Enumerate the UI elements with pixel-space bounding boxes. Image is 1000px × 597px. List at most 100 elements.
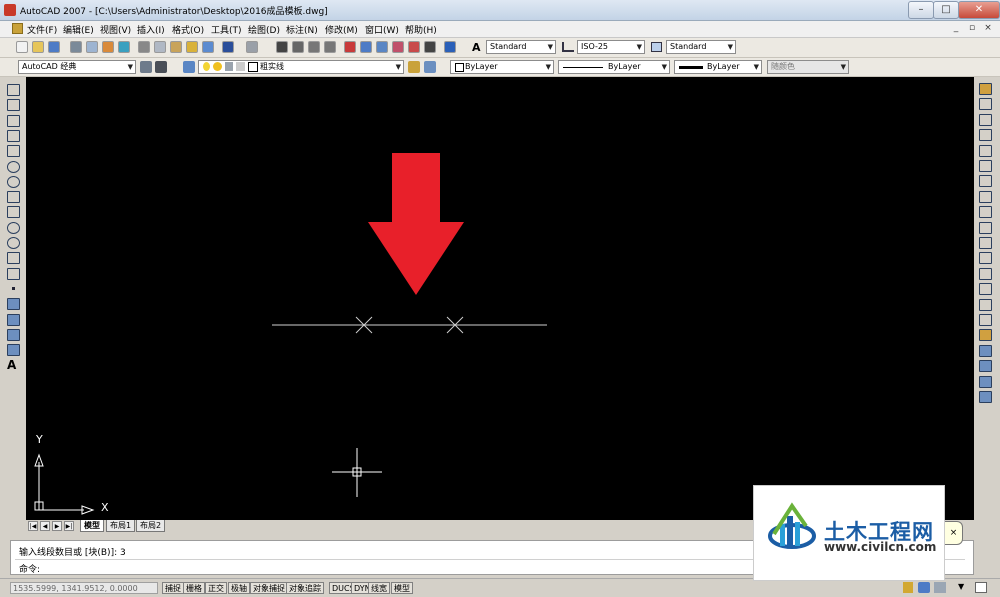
rectangle-icon[interactable] — [7, 145, 20, 158]
layer-manager-icon[interactable] — [183, 61, 195, 73]
scale-icon[interactable] — [979, 190, 992, 203]
menu-tools[interactable]: 工具(T) — [211, 23, 242, 36]
construction-line-icon[interactable] — [7, 99, 20, 112]
zoom-window-icon[interactable] — [308, 41, 320, 53]
first-tab-button[interactable]: |◀ — [28, 521, 38, 531]
revision-cloud-icon[interactable] — [7, 191, 20, 204]
table-style-select[interactable]: Standard ▼ — [666, 40, 736, 54]
status-toggle-5[interactable]: 对象捕捉 — [250, 582, 288, 594]
open-icon[interactable] — [32, 41, 44, 53]
prev-tab-button[interactable]: ◀ — [40, 521, 50, 531]
gradient-icon[interactable] — [7, 313, 20, 326]
match-properties-icon[interactable] — [186, 41, 198, 53]
markup-icon[interactable] — [408, 41, 420, 53]
cut-icon[interactable] — [138, 41, 150, 53]
design-center-icon[interactable] — [360, 41, 372, 53]
copy-icon[interactable] — [154, 41, 166, 53]
layer-select[interactable]: 粗实线 ▼ — [198, 60, 404, 74]
tool-palettes-icon[interactable] — [376, 41, 388, 53]
rotate-icon[interactable] — [979, 175, 992, 188]
menu-draw[interactable]: 绘图(D) — [248, 23, 280, 36]
array-icon[interactable] — [979, 144, 992, 157]
chamfer-icon[interactable] — [979, 298, 992, 311]
fillet-icon[interactable] — [979, 314, 992, 326]
workspace-settings-icon[interactable] — [140, 61, 152, 73]
menu-insert[interactable]: 插入(I) — [137, 23, 165, 36]
menu-window[interactable]: 窗口(W) — [365, 23, 399, 36]
draw-order-above-icon[interactable] — [979, 375, 992, 388]
command-prompt[interactable]: 命令: — [19, 562, 40, 575]
status-toggle-4[interactable]: 极轴 — [228, 582, 250, 594]
maximize-button[interactable]: □ — [933, 1, 959, 19]
clean-screen-button[interactable] — [975, 582, 987, 593]
menu-edit[interactable]: 编辑(E) — [63, 23, 94, 36]
menu-view[interactable]: 视图(V) — [100, 23, 131, 36]
pan-icon[interactable] — [276, 41, 288, 53]
polygon-icon[interactable] — [7, 129, 20, 142]
status-toggle-1[interactable]: 捕捉 — [162, 582, 184, 594]
arc-icon[interactable] — [7, 160, 20, 173]
make-block-icon[interactable] — [7, 267, 20, 280]
stretch-icon[interactable] — [979, 206, 992, 219]
draw-order-front-icon[interactable] — [979, 344, 992, 357]
join-icon[interactable] — [979, 283, 992, 296]
help-icon[interactable] — [444, 41, 456, 53]
status-toggle-9[interactable]: 线宽 — [368, 582, 390, 594]
status-toggle-10[interactable]: 模型 — [391, 582, 413, 594]
point-icon[interactable] — [12, 286, 15, 290]
save-icon[interactable] — [48, 41, 60, 53]
zoom-realtime-icon[interactable] — [292, 41, 304, 53]
app-icon[interactable] — [4, 4, 16, 16]
paste-icon[interactable] — [170, 41, 182, 53]
status-toggle-3[interactable]: 正交 — [205, 582, 227, 594]
mdi-minimize-button[interactable]: _ — [950, 23, 962, 34]
sheet-set-icon[interactable] — [392, 41, 404, 53]
document-icon[interactable] — [12, 23, 23, 34]
region-icon[interactable] — [7, 328, 20, 341]
lineweight-select[interactable]: ByLayer ▼ — [674, 60, 762, 74]
erase-icon[interactable] — [979, 83, 992, 95]
multiline-text-icon[interactable]: A — [7, 359, 20, 371]
linetype-select[interactable]: ByLayer ▼ — [558, 60, 670, 74]
redo-icon[interactable] — [246, 41, 258, 53]
tray-comm-icon[interactable] — [918, 582, 930, 593]
dim-style-select[interactable]: ISO-25 ▼ — [577, 40, 645, 54]
break-at-point-icon[interactable] — [979, 252, 992, 265]
tray-status-icon[interactable] — [934, 582, 946, 593]
ellipse-arc-icon[interactable] — [7, 237, 20, 249]
preview-icon[interactable] — [86, 41, 98, 53]
balloon-close-button[interactable]: × — [945, 521, 963, 545]
line-icon[interactable] — [7, 84, 20, 96]
hatch-icon[interactable] — [7, 298, 20, 311]
extend-icon[interactable] — [979, 237, 992, 249]
new-icon[interactable] — [16, 41, 28, 53]
circle-icon[interactable] — [7, 175, 20, 188]
menu-format[interactable]: 格式(O) — [172, 23, 204, 36]
draw-order-below-icon[interactable] — [979, 391, 992, 403]
drawing-area[interactable]: Y X — [26, 77, 974, 520]
tab-layout1[interactable]: 布局1 — [106, 520, 136, 532]
block-editor-icon[interactable] — [202, 41, 214, 53]
tab-layout2[interactable]: 布局2 — [136, 520, 166, 532]
workspace-save-icon[interactable] — [155, 61, 167, 73]
spline-icon[interactable] — [7, 206, 20, 219]
workspace-select[interactable]: AutoCAD 经典 ▼ — [18, 60, 136, 74]
color-select[interactable]: ByLayer ▼ — [450, 60, 554, 74]
move-icon[interactable] — [979, 160, 992, 172]
table-icon[interactable] — [7, 344, 20, 357]
explode-icon[interactable] — [979, 329, 992, 342]
mdi-restore-button[interactable]: ▫ — [966, 23, 978, 34]
tab-model[interactable]: 模型 — [80, 520, 104, 532]
mirror-icon[interactable] — [979, 113, 992, 126]
3d-dwf-icon[interactable] — [118, 41, 130, 53]
trim-icon[interactable] — [979, 221, 992, 234]
copy-object-icon[interactable] — [979, 98, 992, 111]
properties-icon[interactable] — [344, 41, 356, 53]
next-tab-button[interactable]: ▶ — [52, 521, 62, 531]
menu-modify[interactable]: 修改(M) — [325, 23, 358, 36]
text-style-select[interactable]: Standard ▼ — [486, 40, 556, 54]
status-toggle-6[interactable]: 对象追踪 — [286, 582, 324, 594]
menu-dimension[interactable]: 标注(N) — [286, 23, 318, 36]
last-tab-button[interactable]: ▶| — [64, 521, 74, 531]
menu-file[interactable]: 文件(F) — [27, 23, 57, 36]
